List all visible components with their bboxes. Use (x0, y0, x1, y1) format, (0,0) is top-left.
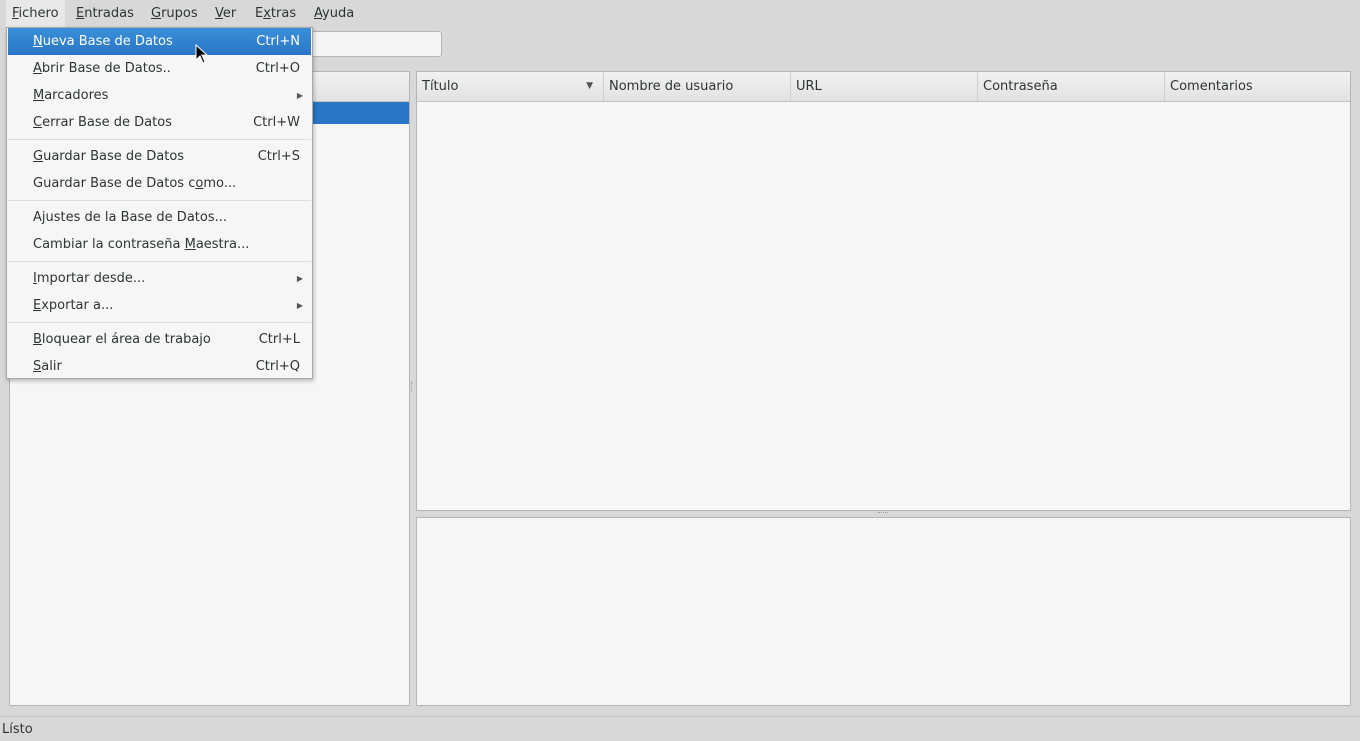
search-input[interactable] (300, 31, 442, 57)
column-header-comentarios[interactable]: Comentarios (1165, 72, 1350, 101)
menu-item-cerrar-base-de-datos[interactable]: Cerrar Base de Datos Ctrl+W (8, 109, 311, 136)
menu-item-shortcut: Ctrl+O (255, 61, 300, 76)
submenu-arrow-icon: ▶ (296, 274, 303, 283)
mouse-pointer-icon (195, 44, 209, 64)
menu-item-exportar-a[interactable]: Exportar a... ▶ (8, 292, 311, 319)
menu-entradas[interactable]: Entradas (70, 0, 140, 28)
menu-ayuda[interactable]: Ayuda (308, 0, 360, 28)
menu-item-shortcut: Ctrl+W (253, 115, 300, 130)
entry-details-panel (416, 517, 1351, 706)
menu-item-abrir-base-de-datos[interactable]: Abrir Base de Datos.. Ctrl+O (8, 55, 311, 82)
menu-item-shortcut: Ctrl+Q (255, 359, 300, 374)
menu-item-guardar-base-de-datos[interactable]: Guardar Base de Datos Ctrl+S (8, 143, 311, 170)
menu-item-label: Cambiar la contraseña Maestra... (33, 237, 250, 252)
menu-item-shortcut: Ctrl+N (256, 34, 300, 49)
menu-extras[interactable]: Extras (249, 0, 302, 28)
menu-item-bloquear-area-de-trabajo[interactable]: Bloquear el área de trabajo Ctrl+L (8, 326, 311, 353)
menu-item-shortcut: Ctrl+L (258, 332, 300, 347)
menu-item-guardar-base-de-datos-como[interactable]: Guardar Base de Datos como... (8, 170, 311, 197)
vertical-splitter-handle[interactable] (411, 382, 415, 392)
menu-grupos[interactable]: Grupos (145, 0, 204, 28)
status-bar: Lísto (0, 716, 1360, 741)
column-header-label: Título (422, 79, 459, 94)
menu-item-ajustes-de-la-base-de-datos[interactable]: Ajustes de la Base de Datos... (8, 204, 311, 231)
column-header-nombre-de-usuario[interactable]: Nombre de usuario (604, 72, 791, 101)
menu-item-label: Ajustes de la Base de Datos... (33, 210, 228, 225)
menu-item-label: Salir (33, 359, 62, 374)
menu-item-label: Cerrar Base de Datos (33, 115, 172, 130)
entries-table-header: Título ▼ Nombre de usuario URL Contraseñ… (417, 72, 1350, 102)
column-header-label: Nombre de usuario (609, 79, 734, 94)
menu-item-label: Importar desde... (33, 271, 146, 286)
column-header-url[interactable]: URL (791, 72, 978, 101)
entries-table[interactable]: Título ▼ Nombre de usuario URL Contraseñ… (416, 71, 1351, 511)
menu-item-marcadores[interactable]: Marcadores ▶ (8, 82, 311, 109)
sort-descending-icon: ▼ (586, 81, 593, 91)
menu-fichero[interactable]: Fichero (6, 0, 65, 28)
submenu-arrow-icon: ▶ (296, 301, 303, 310)
menu-separator (8, 200, 311, 201)
submenu-arrow-icon: ▶ (296, 91, 303, 100)
menu-item-label: Guardar Base de Datos (33, 149, 185, 164)
menu-bar: Fichero Entradas Grupos Ver Extras Ayuda (0, 0, 1360, 28)
menu-item-label: Nueva Base de Datos (33, 34, 173, 49)
keepassx-window: Fichero Entradas Grupos Ver Extras Ayuda… (0, 0, 1360, 741)
menu-item-nueva-base-de-datos[interactable]: Nueva Base de Datos Ctrl+N (8, 28, 311, 55)
menu-item-label: Abrir Base de Datos.. (33, 61, 171, 76)
menu-item-shortcut: Ctrl+S (257, 149, 300, 164)
menu-item-salir[interactable]: Salir Ctrl+Q (8, 353, 311, 380)
menu-item-cambiar-contrasena-maestra[interactable]: Cambiar la contraseña Maestra... (8, 231, 311, 258)
status-text: Lísto (2, 722, 33, 737)
menu-ver[interactable]: Ver (209, 0, 242, 28)
menu-item-label: Bloquear el área de trabajo (33, 332, 211, 347)
column-header-label: Comentarios (1170, 79, 1253, 94)
column-header-label: URL (796, 79, 822, 94)
menu-item-importar-desde[interactable]: Importar desde... ▶ (8, 265, 311, 292)
menu-item-label: Guardar Base de Datos como... (33, 176, 237, 191)
menu-separator (8, 139, 311, 140)
column-header-label: Contraseña (983, 79, 1058, 94)
menu-item-label: Exportar a... (33, 298, 114, 313)
fichero-dropdown-menu: Nueva Base de Datos Ctrl+N Abrir Base de… (6, 27, 313, 379)
horizontal-splitter-handle[interactable] (878, 512, 888, 516)
menu-separator (8, 261, 311, 262)
column-header-titulo[interactable]: Título ▼ (417, 72, 604, 101)
menu-item-label: Marcadores (33, 88, 109, 103)
column-header-contrasena[interactable]: Contraseña (978, 72, 1165, 101)
menu-separator (8, 322, 311, 323)
